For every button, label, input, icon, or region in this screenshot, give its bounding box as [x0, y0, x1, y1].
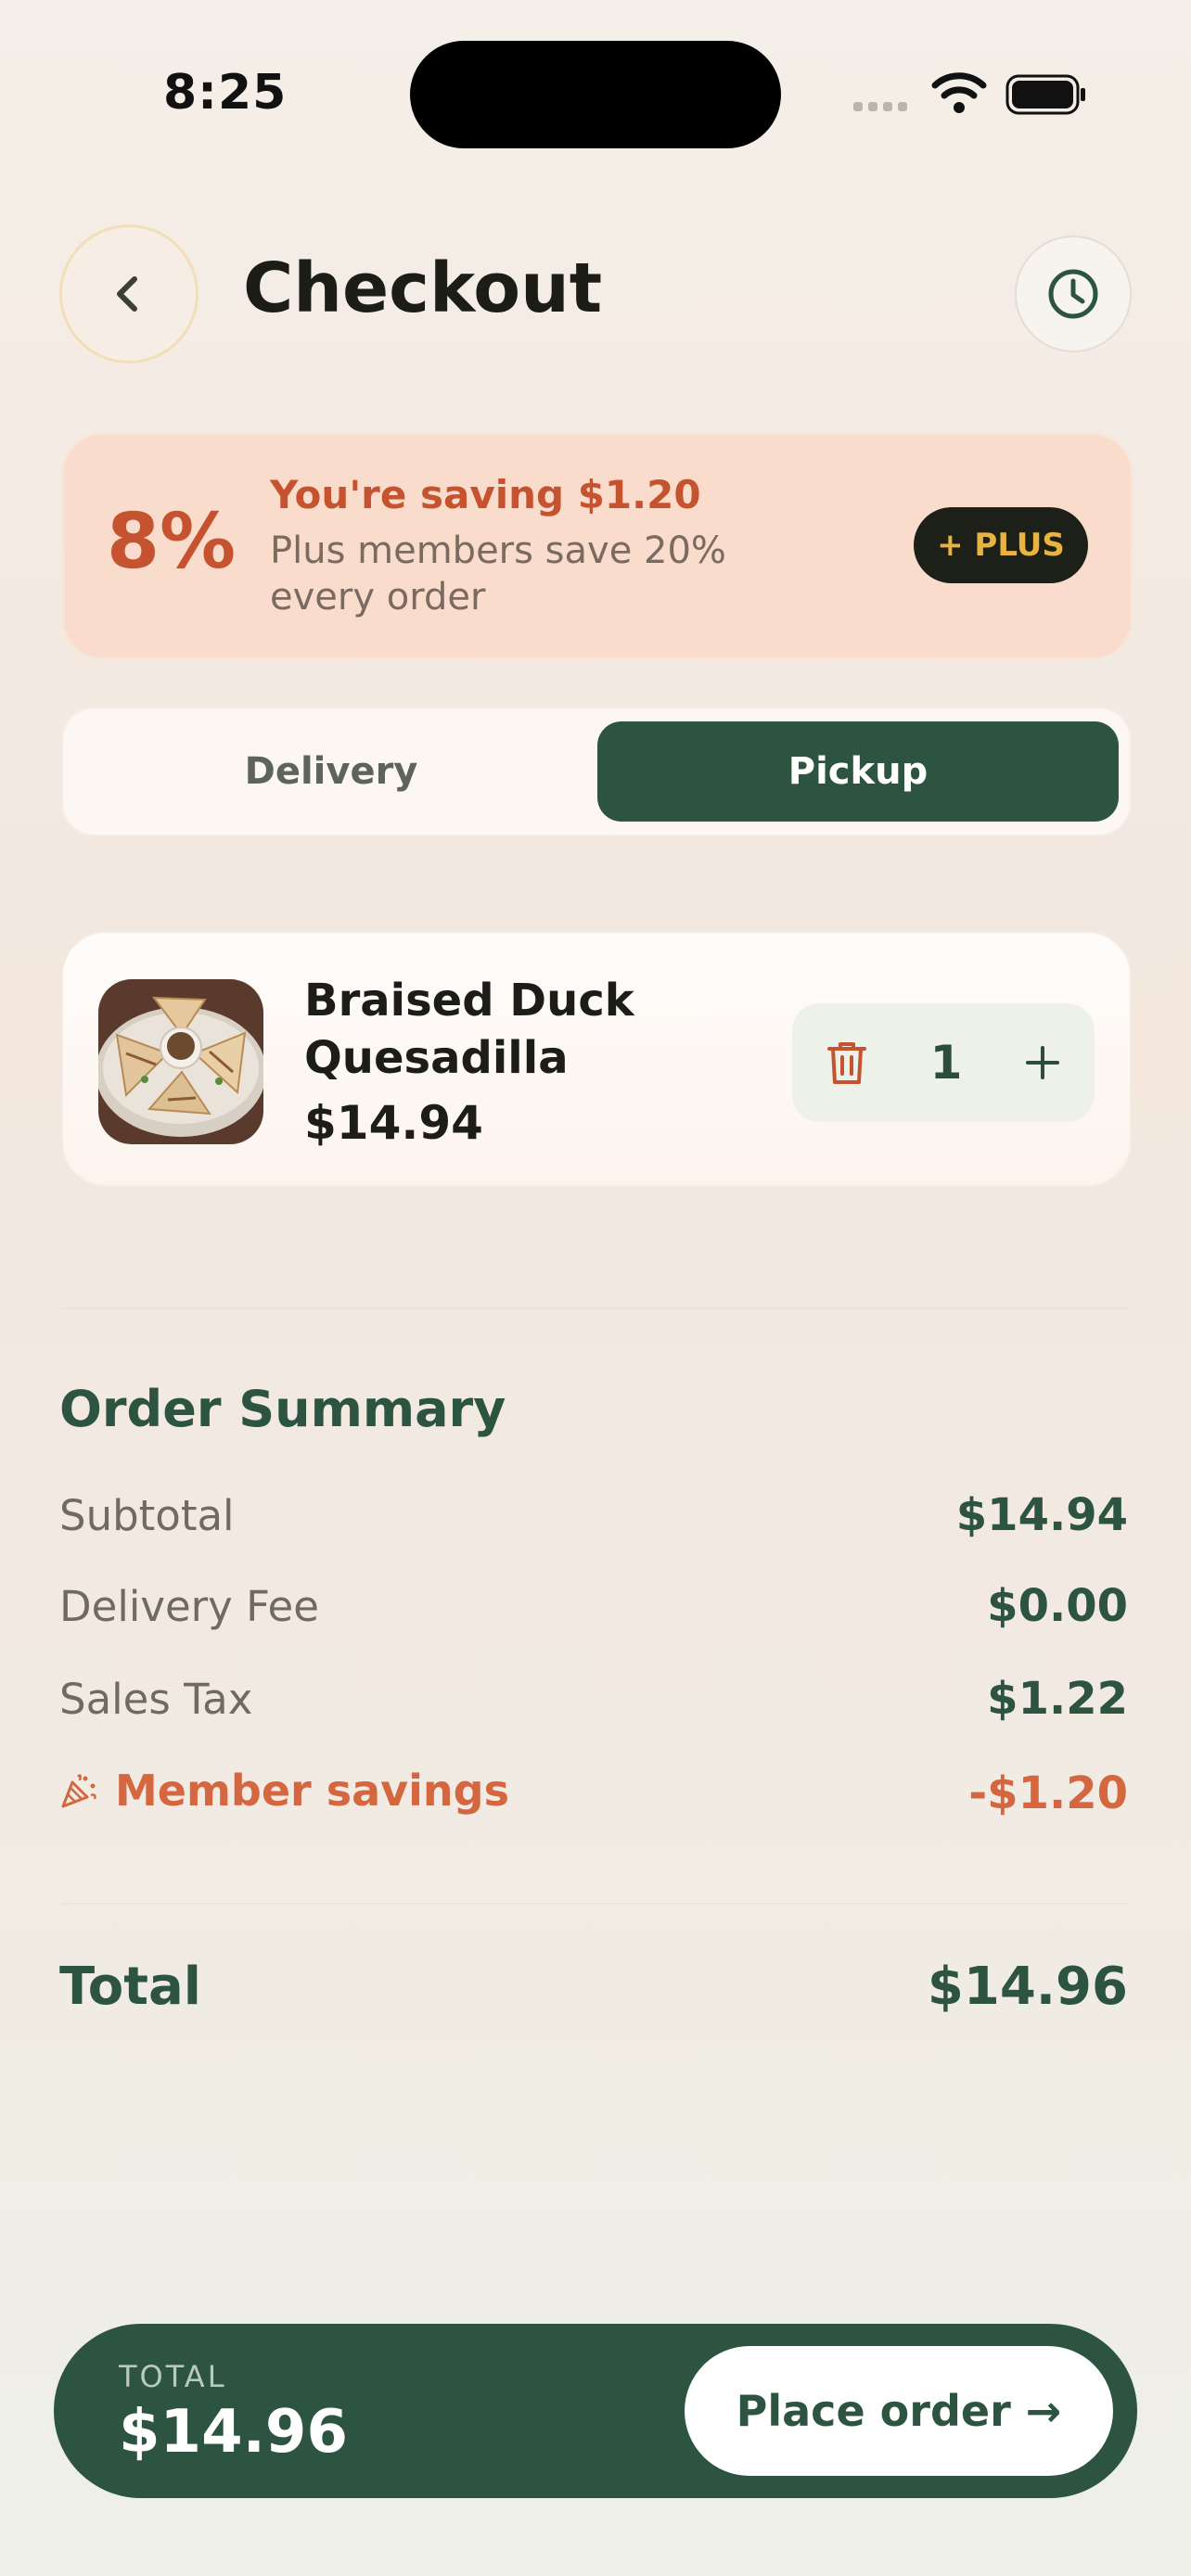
clock-icon [1048, 269, 1098, 319]
party-popper-icon [61, 1774, 96, 1808]
order-history-button[interactable] [1015, 236, 1132, 352]
plus-icon [1025, 1046, 1059, 1079]
trash-icon [827, 1042, 866, 1084]
subtotal-label: Subtotal [59, 1491, 235, 1540]
status-time: 8:25 [163, 65, 288, 121]
member-savings-value: -$1.20 [968, 1767, 1128, 1819]
checkout-total-label: TOTAL [119, 2359, 227, 2394]
tab-pickup[interactable]: Pickup [597, 721, 1119, 822]
back-button[interactable] [59, 224, 198, 363]
order-summary-title: Order Summary [59, 1380, 506, 1438]
savings-subtitle: Plus members save 20% every order [270, 529, 726, 618]
remove-item-button[interactable] [826, 1039, 868, 1086]
cellular-signal-icon [853, 102, 915, 115]
total-value: $14.96 [927, 1957, 1128, 2017]
member-savings-row: Member savings [59, 1766, 509, 1816]
place-order-button[interactable]: Place order → [685, 2346, 1113, 2476]
dynamic-island [410, 41, 781, 148]
fulfillment-toggle: Delivery Pickup [61, 707, 1132, 836]
delivery-fee-label: Delivery Fee [59, 1582, 319, 1631]
subtotal-value: $14.94 [955, 1489, 1128, 1541]
divider [61, 1903, 1128, 1905]
checkout-bar: TOTAL $14.96 Place order → [54, 2324, 1137, 2498]
sales-tax-label: Sales Tax [59, 1675, 253, 1724]
divider [61, 1307, 1128, 1309]
quantity-stepper: 1 [792, 1003, 1095, 1122]
item-price: $14.94 [304, 1096, 483, 1150]
cart-item: Braised Duck Quesadilla $14.94 1 [61, 931, 1132, 1187]
chevron-left-icon [117, 276, 137, 312]
page-title: Checkout [243, 249, 603, 328]
plus-membership-button[interactable]: + PLUS [914, 507, 1088, 583]
member-savings-banner: 8% You're saving $1.20 Plus members save… [61, 432, 1133, 660]
member-savings-label: Member savings [115, 1766, 509, 1816]
savings-title: You're saving $1.20 [270, 472, 701, 517]
increase-quantity-button[interactable] [1024, 1044, 1061, 1081]
total-label: Total [59, 1957, 201, 2017]
savings-percent: 8% [107, 498, 237, 586]
checkout-total-value: $14.96 [119, 2398, 348, 2467]
sales-tax-value: $1.22 [987, 1673, 1128, 1725]
item-quantity: 1 [929, 1036, 963, 1090]
tab-delivery[interactable]: Delivery [63, 708, 599, 835]
item-image [98, 979, 263, 1144]
delivery-fee-value: $0.00 [987, 1580, 1128, 1632]
item-name: Braised Duck Quesadilla [304, 975, 634, 1084]
battery-icon [1005, 74, 1085, 115]
wifi-icon [931, 72, 987, 113]
